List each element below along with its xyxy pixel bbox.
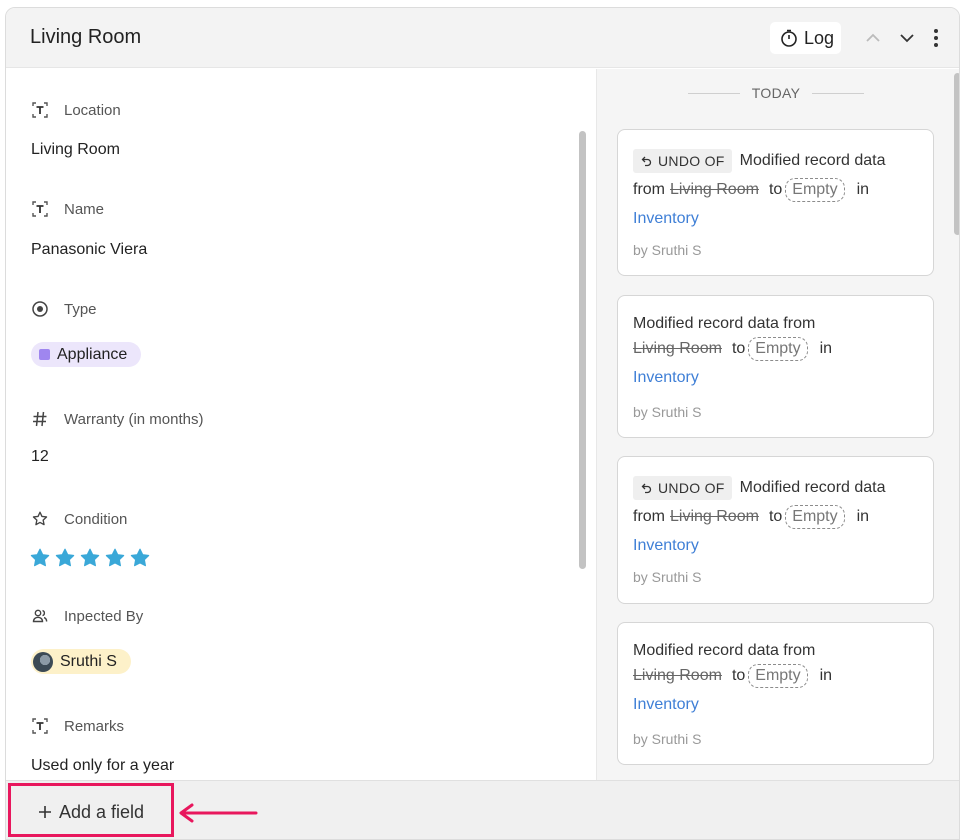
log-author: by Sruthi S <box>633 731 702 747</box>
undo-icon <box>641 156 652 166</box>
field-value-name[interactable]: Panasonic Viera <box>31 241 147 259</box>
fields-pane: Location Living Room Name Panasonic Vier… <box>6 69 596 780</box>
chevron-down-icon[interactable] <box>895 26 919 50</box>
old-value: Living Room <box>633 667 722 684</box>
log-pane: TODAY UNDO OF Modified record data from … <box>596 69 959 780</box>
text-field-icon <box>30 716 50 736</box>
undo-tag: UNDO OF <box>633 475 732 500</box>
fields-scrollbar[interactable] <box>579 131 586 569</box>
chevron-up-icon[interactable] <box>861 26 885 50</box>
new-value-empty: Empty <box>785 504 845 529</box>
field-label-condition: Condition <box>30 509 127 529</box>
table-link[interactable]: Inventory <box>633 696 699 714</box>
star-icon[interactable] <box>30 548 50 572</box>
field-value-warranty[interactable]: 12 <box>31 448 49 466</box>
table-link[interactable]: Inventory <box>633 210 699 228</box>
star-icon[interactable] <box>105 548 125 572</box>
avatar <box>33 651 53 672</box>
star-icon[interactable] <box>130 548 150 572</box>
field-label-warranty: Warranty (in months) <box>30 409 203 429</box>
rating-stars[interactable] <box>30 548 150 572</box>
star-icon[interactable] <box>80 548 100 572</box>
user-chip[interactable]: Sruthi S <box>31 649 131 674</box>
text-field-icon <box>30 100 50 120</box>
color-swatch <box>39 349 50 360</box>
text-field-icon <box>30 199 50 219</box>
log-author: by Sruthi S <box>633 404 702 420</box>
timer-icon <box>780 29 798 47</box>
panel-header: Living Room Log <box>6 8 959 68</box>
log-button[interactable]: Log <box>770 22 841 54</box>
old-value: Living Room <box>670 507 759 525</box>
undo-icon <box>641 483 652 493</box>
log-scrollbar[interactable] <box>954 73 959 235</box>
undo-tag: UNDO OF <box>633 148 732 173</box>
record-expand-panel: Living Room Log Location Living Room Nam… <box>5 7 960 840</box>
hash-icon <box>30 409 50 429</box>
log-entry: UNDO OF Modified record data from Living… <box>617 456 934 604</box>
radio-target-icon <box>30 299 50 319</box>
old-value: Living Room <box>633 340 722 357</box>
star-icon[interactable] <box>55 548 75 572</box>
new-value-empty: Empty <box>748 664 808 688</box>
field-label-remarks: Remarks <box>30 716 124 736</box>
more-vertical-icon[interactable] <box>924 26 948 50</box>
table-link[interactable]: Inventory <box>633 369 699 387</box>
new-value-empty: Empty <box>748 337 808 361</box>
type-chip[interactable]: Appliance <box>31 342 142 367</box>
log-date-divider: TODAY <box>688 85 864 101</box>
log-entry: Modified record data from Living Room to… <box>617 622 934 765</box>
log-label: Log <box>804 27 835 48</box>
old-value: Living Room <box>670 180 759 198</box>
log-entry: UNDO OF Modified record data from Living… <box>617 129 934 276</box>
field-value-location[interactable]: Living Room <box>31 141 120 159</box>
log-entry: Modified record data from Living Room to… <box>617 295 934 438</box>
table-link[interactable]: Inventory <box>633 537 699 555</box>
pointer-arrow-icon <box>179 803 258 823</box>
log-author: by Sruthi S <box>633 569 702 585</box>
record-title: Living Room <box>30 26 142 48</box>
field-label-location: Location <box>30 100 121 120</box>
field-value-remarks[interactable]: Used only for a year <box>31 757 174 775</box>
star-outline-icon <box>30 509 50 529</box>
log-author: by Sruthi S <box>633 242 702 258</box>
new-value-empty: Empty <box>785 177 845 202</box>
highlight-box <box>8 783 174 837</box>
users-icon <box>30 606 50 626</box>
field-label-inspected-by: Inpected By <box>30 606 143 626</box>
field-label-type: Type <box>30 299 97 319</box>
field-label-name: Name <box>30 199 104 219</box>
